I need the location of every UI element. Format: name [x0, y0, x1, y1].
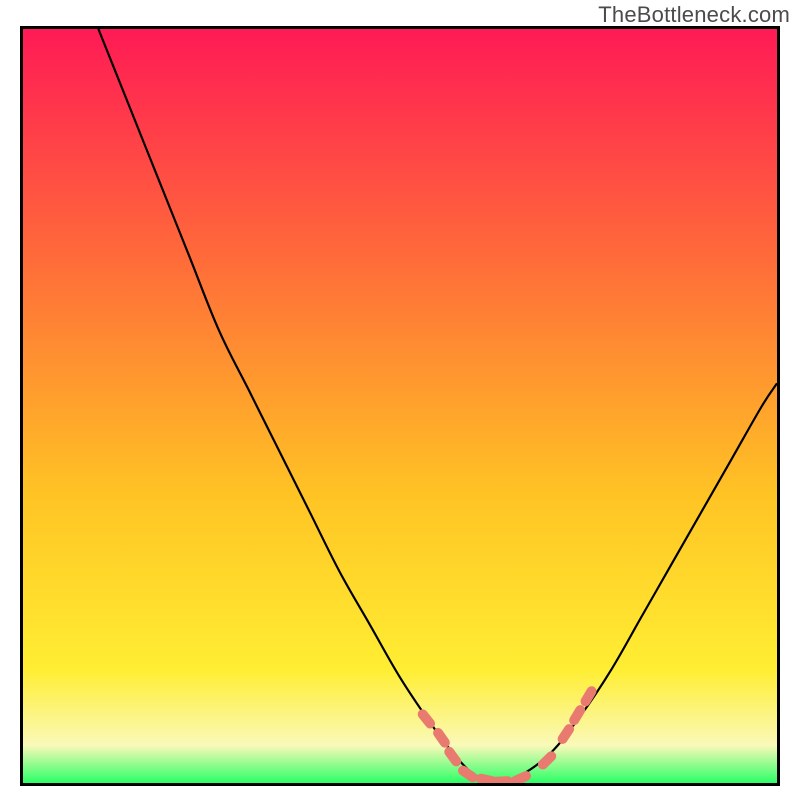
plot-frame — [20, 26, 780, 786]
watermark-text: TheBottleneck.com — [598, 2, 790, 28]
chart-stage: TheBottleneck.com — [0, 0, 800, 800]
gradient-background — [23, 29, 777, 783]
plot-svg — [23, 29, 777, 783]
